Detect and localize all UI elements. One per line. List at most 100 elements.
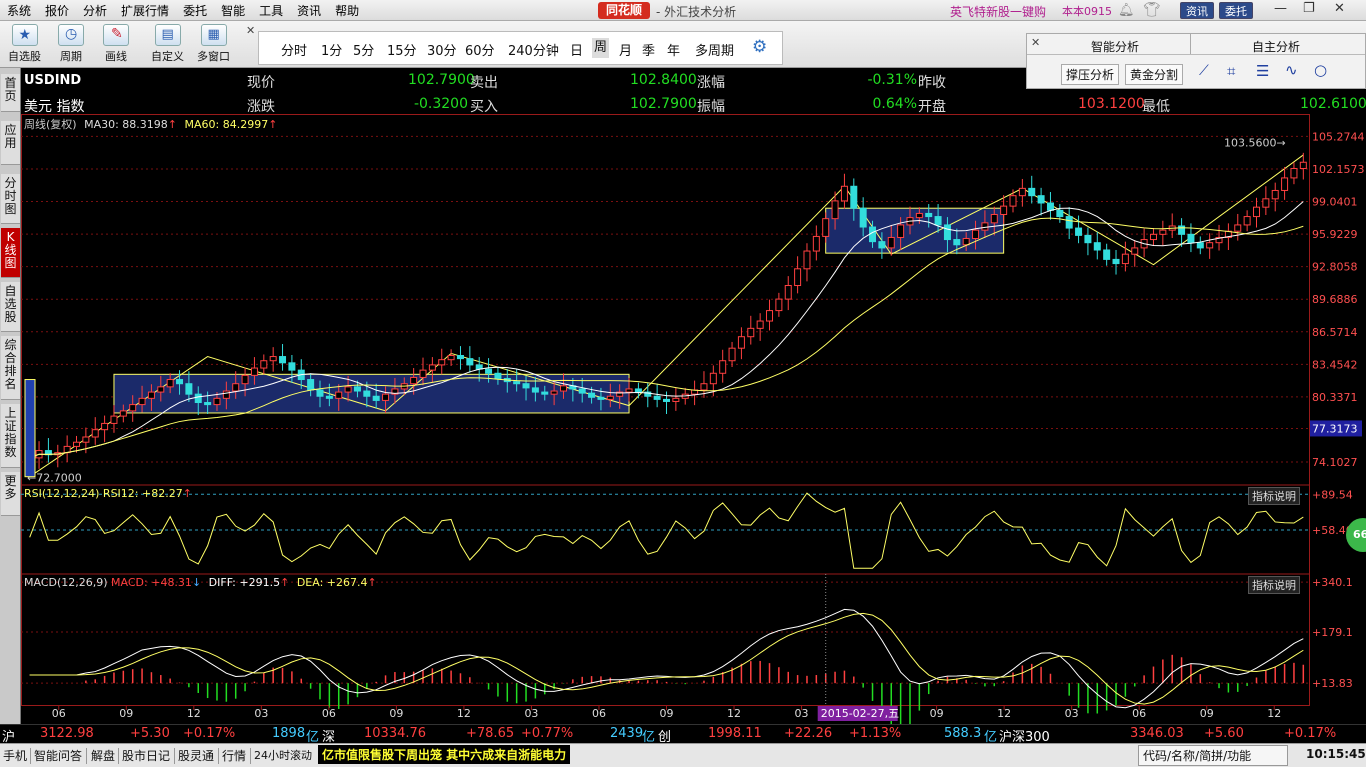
period-60m[interactable]: 60分 — [465, 40, 495, 59]
bottom-stockbot[interactable]: 股灵通 — [178, 747, 214, 764]
candle — [129, 404, 137, 412]
dea-value: DEA: +267.4 — [296, 576, 368, 589]
sz-pct: +0.77% — [521, 726, 574, 741]
news-ticker[interactable]: 亿市值限售股下周出笼 其中六成来自浙能电力 — [318, 745, 571, 764]
period-tool[interactable]: ◷ 周期 — [58, 24, 84, 64]
menu-news[interactable]: 资讯 — [290, 0, 328, 20]
arrow-up-icon: ↑ — [367, 576, 377, 589]
draw-tool[interactable]: ✎ 画线 — [103, 24, 129, 64]
custom-tool[interactable]: ▤ 自定义 — [151, 24, 184, 64]
code-search-input[interactable]: 代码/名称/简拼/功能 — [1138, 745, 1288, 766]
period-1m[interactable]: 1分 — [321, 40, 342, 59]
watchlist-tool[interactable]: ★ 自选股 — [8, 24, 41, 64]
kline-chart-area[interactable]: 105.2744 102.1573 99.0401 95.9229 92.8058 89.… — [21, 114, 1366, 724]
candle — [1299, 161, 1307, 170]
label-pct: 涨幅 — [697, 75, 725, 91]
sidebar-item-timeshare[interactable]: 分时图 — [1, 174, 20, 224]
promo-link[interactable]: 英飞特新股一键购 — [950, 3, 1046, 20]
sidebar-item-watchlist[interactable]: 自选股 — [1, 282, 20, 332]
macd-tick-label: +340.1 — [1312, 576, 1353, 589]
period-15m[interactable]: 15分 — [387, 40, 417, 59]
candle — [1028, 187, 1036, 197]
candle — [119, 410, 127, 417]
bottom-24h-scroll[interactable]: 24小时滚动 — [254, 747, 312, 763]
rsi-header: RSI(12,12,24) RSI12: +82.27↑ — [24, 487, 192, 500]
period-5m[interactable]: 5分 — [353, 40, 374, 59]
y-tick-label: 83.4542 — [1312, 358, 1358, 371]
sidebar-item-ranking[interactable]: 综合排名 — [1, 336, 20, 400]
candle — [419, 369, 427, 378]
period-30m[interactable]: 30分 — [427, 40, 457, 59]
panel-close-icon[interactable]: ✕ — [1031, 36, 1040, 49]
period-season[interactable]: 季 — [642, 40, 655, 59]
menu-help[interactable]: 帮助 — [328, 0, 366, 20]
period-bar: 分时 1分 5分 15分 30分 60分 240分钟 日 周 月 季 年 多周期… — [258, 31, 783, 65]
menu-quote[interactable]: 报价 — [38, 0, 76, 20]
candle — [578, 388, 586, 394]
period-multi[interactable]: 多周期 — [695, 40, 734, 59]
candle — [456, 355, 464, 360]
period-week[interactable]: 周 — [592, 38, 610, 58]
period-month[interactable]: 月 — [619, 40, 632, 59]
sidebar-item-sh-index[interactable]: 上证指数 — [1, 404, 20, 468]
candle — [513, 381, 521, 385]
menu-smart[interactable]: 智能 — [214, 0, 252, 20]
candle — [784, 285, 792, 300]
minimize-icon[interactable]: — — [1274, 1, 1287, 16]
sh-index: 3122.98 — [40, 726, 94, 741]
rsi-tick-label: +89.54 — [1312, 488, 1353, 501]
sidebar-item-apps[interactable]: 应用 — [1, 121, 20, 165]
y-tick-label: 86.5714 — [1312, 326, 1358, 339]
rect-draw-icon[interactable]: ⌗ — [1227, 62, 1235, 80]
toolbar-close-icon[interactable]: ✕ — [246, 24, 255, 37]
period-240m[interactable]: 240分钟 — [508, 40, 559, 59]
menu-analysis[interactable]: 分析 — [76, 0, 114, 20]
bottom-mobile[interactable]: 手机 — [3, 747, 27, 764]
sidebar-item-kline[interactable]: K线图 — [1, 228, 20, 278]
period-tick[interactable]: 分时 — [281, 40, 307, 59]
news-button[interactable]: 资讯 — [1180, 2, 1214, 19]
circle-draw-icon[interactable]: ○ — [1314, 61, 1327, 79]
period-day[interactable]: 日 — [570, 40, 583, 59]
period-year[interactable]: 年 — [667, 40, 680, 59]
menu-ext-quote[interactable]: 扩展行情 — [114, 0, 176, 20]
wave-draw-icon[interactable]: ∿ — [1285, 61, 1298, 79]
support-pressure-button[interactable]: 撑压分析 — [1061, 64, 1120, 85]
shirt-icon[interactable]: 👕︎ — [1143, 2, 1161, 18]
smart-analysis-panel: ✕ 智能分析 自主分析 撑压分析 黄金分割 ⟋ ⌗ ☰ ∿ ○ — [1026, 33, 1366, 89]
menu-tools[interactable]: 工具 — [252, 0, 290, 20]
candle — [1159, 229, 1167, 235]
candle — [73, 441, 81, 447]
tab-smart-analysis[interactable]: 智能分析 — [1091, 38, 1139, 55]
settings-gear-icon[interactable]: ⚙ — [752, 37, 767, 57]
sidebar-item-home[interactable]: 首页 — [1, 74, 20, 112]
fib-draw-icon[interactable]: ☰ — [1256, 62, 1269, 80]
multiwin-tool[interactable]: ▦ 多窗口 — [197, 24, 230, 64]
bottom-analysis[interactable]: 解盘 — [91, 747, 115, 764]
candle — [812, 235, 820, 252]
restore-icon[interactable]: ❐ — [1303, 1, 1315, 16]
bottom-qa[interactable]: 智能问答 — [34, 747, 82, 764]
tab-self-analysis[interactable]: 自主分析 — [1252, 38, 1300, 55]
dea-line — [29, 612, 1304, 705]
menu-trade[interactable]: 委托 — [176, 0, 214, 20]
bell-icon[interactable]: 🔔︎ — [1118, 3, 1135, 18]
trade-button[interactable]: 委托 — [1219, 2, 1253, 19]
macd-help-button[interactable]: 指标说明 — [1248, 576, 1300, 594]
candle — [194, 393, 202, 404]
rsi-help-button[interactable]: 指标说明 — [1248, 487, 1300, 505]
menu-system[interactable]: 系统 — [0, 0, 38, 20]
close-icon[interactable]: ✕ — [1334, 1, 1345, 16]
hs300-pct: +0.17% — [1284, 726, 1337, 741]
x-tick-label: 12 — [727, 707, 741, 720]
x-tick-label: 06 — [1132, 707, 1146, 720]
bottom-market[interactable]: 行情 — [222, 747, 246, 764]
line-draw-icon[interactable]: ⟋ — [1199, 63, 1209, 79]
arrow-up-icon: ↑ — [268, 118, 278, 131]
bottom-diary[interactable]: 股市日记 — [122, 747, 170, 764]
sidebar-item-more[interactable]: 更多 — [1, 472, 20, 516]
value-sell: 102.8400 — [630, 72, 697, 88]
version-label: 本本0915 — [1062, 5, 1112, 18]
y-tick-label: 102.1573 — [1312, 163, 1365, 176]
golden-section-button[interactable]: 黄金分割 — [1125, 64, 1184, 85]
